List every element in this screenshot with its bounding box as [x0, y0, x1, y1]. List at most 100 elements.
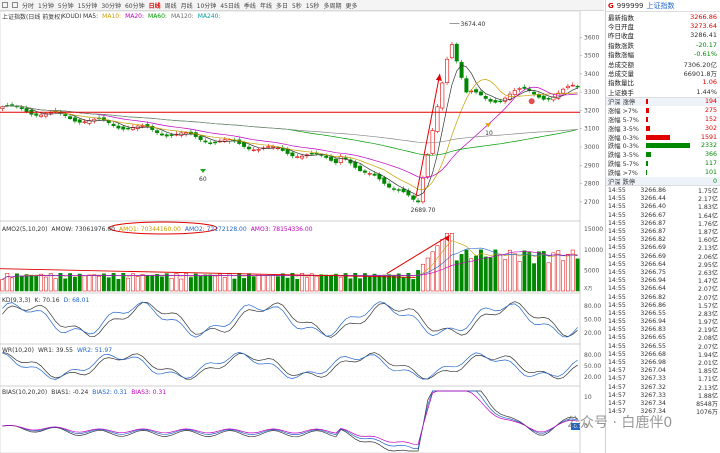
- tick-time: 14:55: [608, 268, 626, 276]
- volume-bar: [532, 263, 537, 292]
- osc-tick-label: 20.00: [584, 330, 601, 337]
- breadth-fill: [646, 143, 690, 149]
- period-tab[interactable]: 15秒: [304, 1, 322, 10]
- stat-row: 总成交量 66901.8万: [606, 68, 720, 78]
- period-tab[interactable]: 5分钟: [56, 1, 76, 10]
- volume-bar: [546, 262, 551, 292]
- candle-body: [411, 195, 416, 200]
- volume-bar: [68, 273, 73, 292]
- legend-value: MA240:: [197, 13, 221, 20]
- bias-legend: BIAS(10,20,20) BIAS1: -0.24 BIAS2: 0.31 BIA…: [2, 389, 166, 396]
- volume-bar: [174, 273, 179, 292]
- tick-time: 14:55: [608, 219, 626, 227]
- candle-body: [19, 107, 24, 110]
- breadth-row: 涨幅 5-7% 152: [606, 115, 720, 124]
- period-tab[interactable]: 多日: [274, 1, 290, 10]
- period-tab[interactable]: 1分钟: [36, 1, 56, 10]
- panel-frame: [0, 11, 581, 222]
- volume-bar: [435, 245, 440, 292]
- breadth-count: 194: [704, 98, 717, 106]
- tick-time: 14:55: [608, 203, 626, 211]
- tick-price: 3266.55: [640, 342, 666, 350]
- ma-legend: KOUDI MA5: MA10: MA20: MA60: MA120: MA240:: [62, 13, 220, 20]
- period-tab[interactable]: 15分钟: [76, 1, 100, 10]
- volume-bar: [488, 257, 493, 292]
- volume-bar: [474, 255, 479, 292]
- period-tab[interactable]: 月线: [179, 1, 195, 10]
- volume-bar: [159, 276, 164, 292]
- breadth-bar: [646, 117, 690, 122]
- breadth-label: 跌幅 0-3%: [608, 143, 639, 151]
- period-tab[interactable]: 更多: [343, 1, 359, 10]
- candle-body: [358, 165, 363, 172]
- stat-row: 最新指数 3266.86: [606, 12, 720, 22]
- candle-body: [155, 130, 160, 133]
- candle-body: [459, 61, 464, 78]
- nav-icon[interactable]: [2, 2, 8, 8]
- period-tab[interactable]: 5秒: [290, 1, 304, 10]
- breadth-row: 涨幅 0-3% 1591: [606, 133, 720, 142]
- volume-bar: [111, 273, 116, 292]
- volume-bar: [53, 278, 58, 292]
- volume-bar: [430, 251, 435, 292]
- volume-bar: [242, 278, 247, 292]
- stat-row: 今日开盘 3273.64: [606, 21, 720, 31]
- amo-tick-label: 15000: [584, 226, 603, 233]
- breadth-row: 沪深 跌停 0: [606, 176, 720, 186]
- volume-bar: [329, 275, 334, 292]
- tick-time: 14:55: [608, 309, 626, 317]
- period-tab[interactable]: 多周期: [321, 1, 343, 10]
- volume-bar: [454, 260, 459, 292]
- marker-10-label: 10: [485, 130, 493, 137]
- osc-tick-label: 50.00: [584, 317, 601, 324]
- period-tab[interactable]: 45日线: [218, 1, 242, 10]
- period-tab[interactable]: 季线: [242, 1, 258, 10]
- tick-time: 14:57: [608, 375, 626, 383]
- volume-bar: [401, 277, 406, 292]
- tick-time: 14:57: [608, 383, 626, 391]
- period-toolbar: 分时 1分钟 5分钟 15分钟 30分钟 60分钟 日线 周线 月线 10分钟 45日线 季线 年线 多日…: [0, 0, 604, 11]
- main-legend: 上证指数(日线 前复权): [2, 12, 63, 21]
- period-tab[interactable]: 30分钟: [99, 1, 123, 10]
- y-tick-label: 3400: [584, 71, 599, 78]
- diamond-icon: [200, 168, 206, 173]
- period-tab[interactable]: 周线: [163, 1, 179, 10]
- tick-list[interactable]: 14:55 3266.86 1.75亿 14:55 3266.44 2.17亿 14:55 3…: [606, 185, 720, 416]
- grid-icon[interactable]: [12, 2, 18, 8]
- breadth-count: 152: [704, 116, 717, 123]
- candle-body: [401, 188, 406, 193]
- legend-value: WR2: 51.97: [77, 347, 113, 354]
- volume-bar: [208, 274, 213, 292]
- volume-bar: [304, 277, 309, 292]
- volume-bar: [280, 273, 285, 292]
- period-tab[interactable]: 60分钟: [123, 1, 147, 10]
- legend-value: KOUDI MA5:: [62, 13, 99, 20]
- period-tab[interactable]: 日线: [147, 1, 163, 10]
- volume-bar: [507, 249, 512, 292]
- tick-price: 3267.34: [640, 399, 666, 407]
- amo-tick-label: 10000: [584, 247, 603, 254]
- candle-body: [367, 173, 372, 175]
- tick-price: 3266.75: [640, 268, 666, 276]
- candle-body: [483, 96, 488, 99]
- tick-price: 3267.04: [640, 367, 666, 375]
- high-label: 3674.40: [461, 21, 486, 28]
- volume-bar: [503, 259, 508, 292]
- candle-body: [63, 114, 68, 117]
- candle-body: [416, 200, 421, 203]
- period-tab[interactable]: 10分钟: [195, 1, 219, 10]
- period-tab[interactable]: 分时: [20, 1, 36, 10]
- volume-bar: [48, 273, 53, 292]
- volume-bar: [24, 274, 29, 292]
- tick-time: 14:55: [608, 334, 626, 342]
- breadth-count: 1591: [700, 133, 717, 141]
- volume-bar: [483, 256, 488, 292]
- stat-value: 3266.86: [690, 12, 717, 21]
- tick-time: 14:57: [608, 399, 626, 407]
- volume-bar: [536, 251, 541, 292]
- tick-price: 3266.68: [640, 350, 666, 358]
- y-tick-label: 2700: [584, 199, 599, 206]
- period-tab[interactable]: 年线: [258, 1, 274, 10]
- breadth-row: 跌幅 0-3% 2332: [606, 142, 720, 151]
- breadth-row: 沪深 涨停 194: [606, 97, 720, 106]
